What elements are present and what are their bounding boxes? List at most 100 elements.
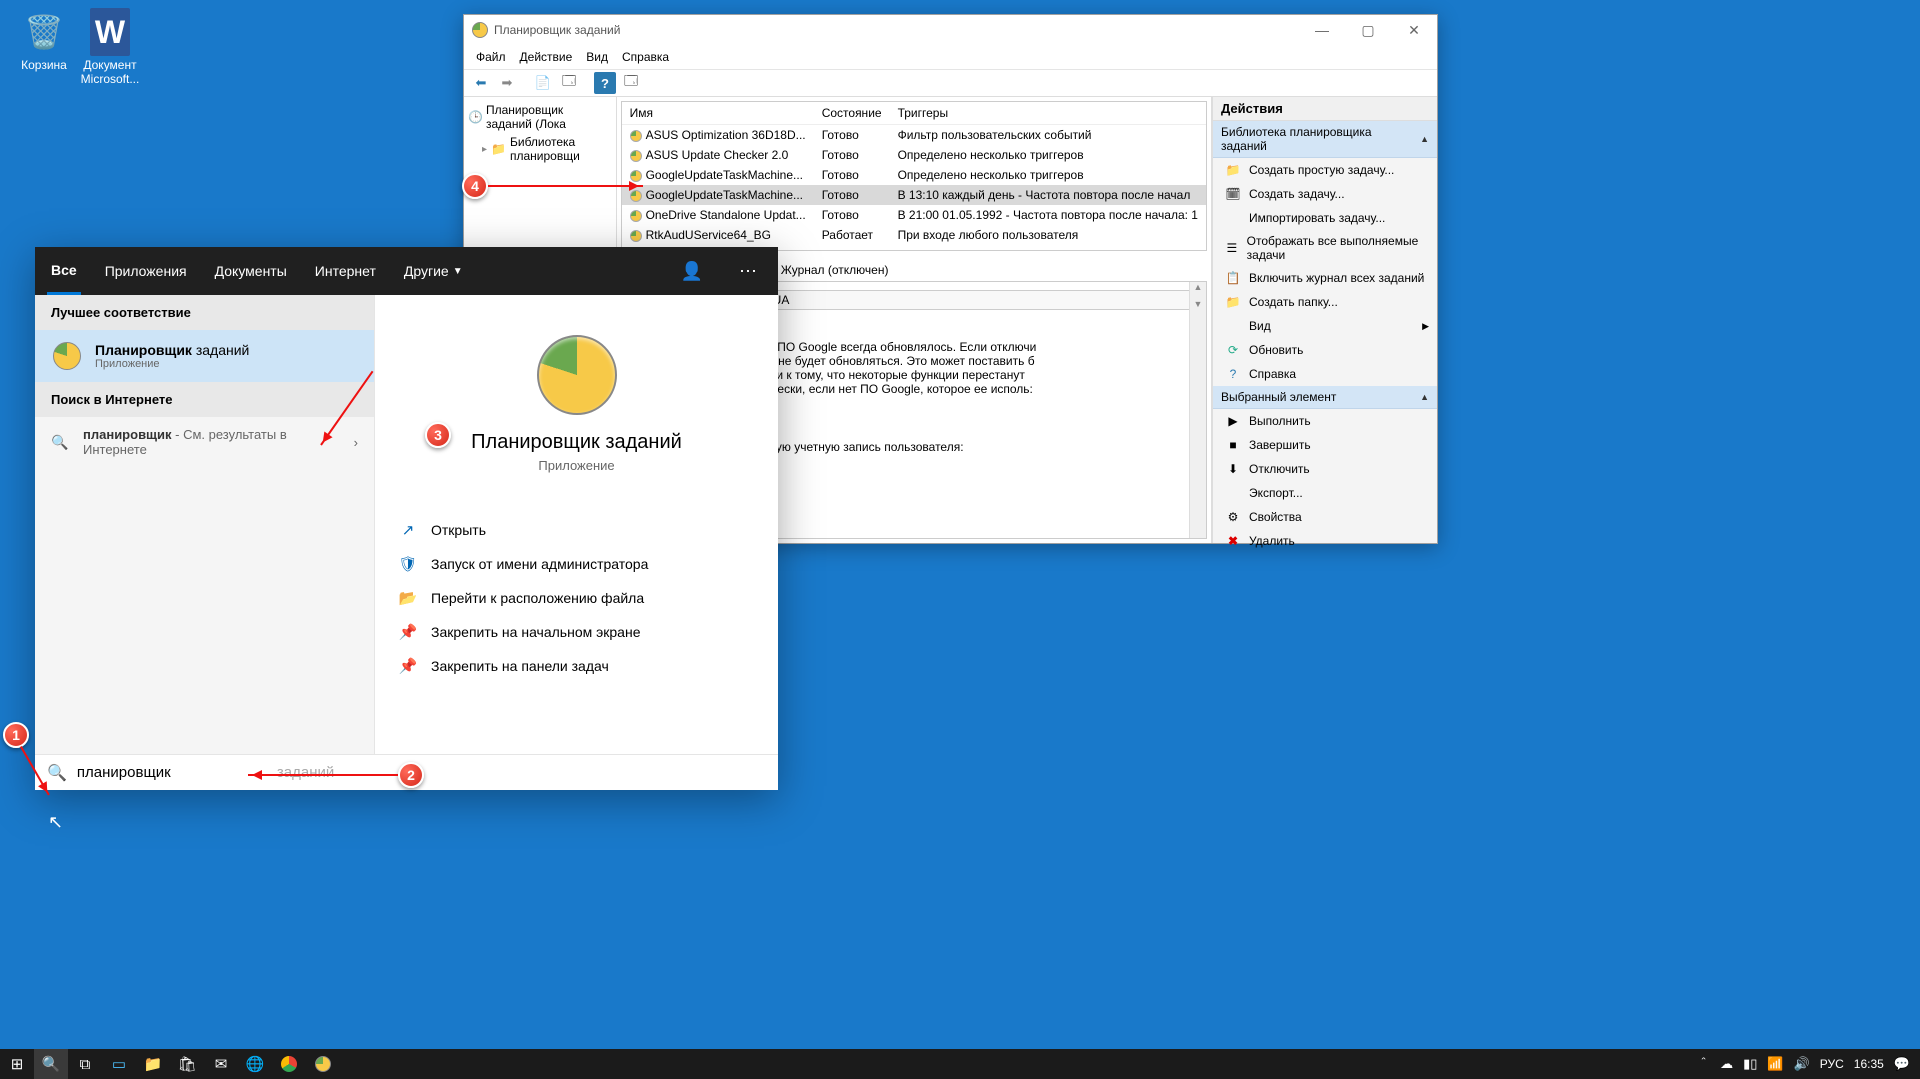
- chevron-right-icon: ›: [354, 435, 358, 450]
- annotation-2: 2: [248, 762, 424, 788]
- close-button[interactable]: ✕: [1391, 15, 1437, 45]
- action-pin-taskbar[interactable]: 📌Закрепить на панели задач: [395, 649, 758, 683]
- more-icon[interactable]: ⋯: [730, 261, 766, 282]
- taskbar-chrome[interactable]: [272, 1049, 306, 1079]
- task-row-selected[interactable]: GoogleUpdateTaskMachine...ГотовоВ 13:10 …: [622, 185, 1206, 205]
- search-tab-docs[interactable]: Документы: [211, 247, 291, 295]
- system-tray: ＾ ☁ ▮▯ 📶 🔊 РУС 16:35 💬: [1687, 1055, 1920, 1074]
- clock[interactable]: 16:35: [1854, 1057, 1884, 1071]
- taskbar-mail[interactable]: ✉: [204, 1049, 238, 1079]
- action-run[interactable]: ▶Выполнить: [1213, 409, 1437, 433]
- task-row[interactable]: RtkAudUService64_BGРаботаетПри входе люб…: [622, 225, 1206, 245]
- taskbar-edge[interactable]: 🌐: [238, 1049, 272, 1079]
- desktop-icon-word[interactable]: W Документ Microsoft...: [80, 8, 140, 86]
- actions-section-library[interactable]: Библиотека планировщика заданий▲: [1213, 121, 1437, 158]
- action-delete[interactable]: ✖Удалить: [1213, 529, 1437, 553]
- action-export[interactable]: Экспорт...: [1213, 481, 1437, 505]
- tree-library[interactable]: ▸ 📁 Библиотека планировщи: [468, 133, 612, 165]
- annotation-3-badge: 3: [425, 422, 451, 448]
- search-tab-more[interactable]: Другие ▼: [400, 247, 467, 295]
- taskbar-app[interactable]: ▭: [102, 1049, 136, 1079]
- action-properties[interactable]: ⚙Свойства: [1213, 505, 1437, 529]
- start-button[interactable]: ⊞: [0, 1049, 34, 1079]
- action-create-task[interactable]: 🗓Создать задачу...: [1213, 182, 1437, 206]
- menu-help[interactable]: Справка: [622, 50, 669, 64]
- stop-icon: ■: [1225, 437, 1241, 453]
- task-scheduler-icon: [472, 22, 488, 38]
- result-subtitle: Приложение: [95, 358, 249, 370]
- task-row[interactable]: GoogleUpdateTaskMachine...ГотовоОпределе…: [622, 165, 1206, 185]
- language-indicator[interactable]: РУС: [1820, 1057, 1844, 1071]
- best-match-label: Лучшее соответствие: [35, 295, 374, 330]
- help-icon: ?: [1225, 366, 1241, 382]
- shield-icon: 🛡: [399, 555, 417, 573]
- titlebar[interactable]: Планировщик заданий: [464, 15, 1437, 45]
- task-scheduler-icon: 🕒: [468, 110, 482, 124]
- actions-section-selected[interactable]: Выбранный элемент▲: [1213, 386, 1437, 409]
- taskbar-explorer[interactable]: 📁: [136, 1049, 170, 1079]
- expand-icon[interactable]: ▸: [482, 144, 487, 155]
- taskbar-store[interactable]: 🛍: [170, 1049, 204, 1079]
- task-scheduler-icon: [51, 340, 83, 372]
- action-end[interactable]: ■Завершить: [1213, 433, 1437, 457]
- task-row[interactable]: ASUS Update Checker 2.0ГотовоОпределено …: [622, 145, 1206, 165]
- action-center-icon[interactable]: 💬: [1894, 1056, 1910, 1072]
- task-row[interactable]: OneDrive Standalone Updat...ГотовоВ 21:0…: [622, 205, 1206, 225]
- action-refresh[interactable]: ⟳Обновить: [1213, 338, 1437, 362]
- word-icon: W: [86, 8, 134, 56]
- action-enable-history[interactable]: 📋Включить журнал всех заданий: [1213, 266, 1437, 290]
- annotation-3: [320, 355, 322, 445]
- desktop-icon-recycle[interactable]: 🗑️ Корзина: [14, 8, 74, 72]
- forward-icon[interactable]: ➡: [496, 72, 518, 94]
- search-tab-all[interactable]: Все: [47, 247, 81, 295]
- search-button[interactable]: 🔍: [34, 1049, 68, 1079]
- action-show-running[interactable]: ☰Отображать все выполняемые задачи: [1213, 230, 1437, 266]
- action-run-admin[interactable]: 🛡Запуск от имени администратора: [395, 547, 758, 581]
- task-view-button[interactable]: ⧉: [68, 1049, 102, 1079]
- toolbar-new-icon[interactable]: 📄: [532, 72, 554, 94]
- action-create-basic-task[interactable]: 📁Создать простую задачу...: [1213, 158, 1437, 182]
- tab-history[interactable]: Журнал (отключен): [771, 259, 899, 281]
- action-new-folder[interactable]: 📁Создать папку...: [1213, 290, 1437, 314]
- delete-icon: ✖: [1225, 533, 1241, 549]
- back-icon[interactable]: ⬅: [470, 72, 492, 94]
- folder-icon: 📁: [491, 142, 506, 156]
- battery-icon[interactable]: ▮▯: [1743, 1056, 1757, 1072]
- action-open[interactable]: ↗Открыть: [395, 513, 758, 547]
- search-result-planner[interactable]: Планировщик заданий Приложение: [35, 330, 374, 382]
- col-state[interactable]: Состояние: [814, 102, 890, 125]
- preview-subtitle: Приложение: [395, 458, 758, 473]
- action-pin-start[interactable]: 📌Закрепить на начальном экране: [395, 615, 758, 649]
- menu-view[interactable]: Вид: [586, 50, 608, 64]
- scrollbar[interactable]: ▲▼: [1189, 282, 1206, 538]
- minimize-button[interactable]: —: [1299, 15, 1345, 45]
- actions-header: Действия: [1213, 97, 1437, 121]
- search-tab-apps[interactable]: Приложения: [101, 247, 191, 295]
- journal-icon: 📋: [1225, 270, 1241, 286]
- chevron-up-icon: ▲: [1420, 392, 1429, 402]
- tray-chevron-icon[interactable]: ＾: [1697, 1055, 1710, 1074]
- maximize-button[interactable]: ▢: [1345, 15, 1391, 45]
- action-import-task[interactable]: Импортировать задачу...: [1213, 206, 1437, 230]
- toolbar-help-icon[interactable]: ?: [594, 72, 616, 94]
- taskbar-scheduler[interactable]: [306, 1049, 340, 1079]
- action-open-location[interactable]: 📂Перейти к расположению файла: [395, 581, 758, 615]
- action-view[interactable]: Вид▶: [1213, 314, 1437, 338]
- onedrive-icon[interactable]: ☁: [1720, 1056, 1733, 1072]
- search-tab-web[interactable]: Интернет: [311, 247, 380, 295]
- menu-action[interactable]: Действие: [520, 50, 573, 64]
- tree-root[interactable]: 🕒 Планировщик заданий (Лока: [468, 101, 612, 133]
- volume-icon[interactable]: 🔊: [1794, 1056, 1810, 1072]
- toolbar-show-icon[interactable]: 🗔: [558, 72, 580, 94]
- chevron-right-icon: ▶: [1422, 321, 1429, 332]
- action-disable[interactable]: ⬇Отключить: [1213, 457, 1437, 481]
- col-name[interactable]: Имя: [622, 102, 814, 125]
- actions-pane: Действия Библиотека планировщика заданий…: [1212, 97, 1437, 543]
- col-triggers[interactable]: Триггеры: [890, 102, 1206, 125]
- task-row[interactable]: ASUS Optimization 36D18D...ГотовоФильтр …: [622, 125, 1206, 146]
- feedback-icon[interactable]: 👤: [674, 261, 710, 282]
- action-help[interactable]: ?Справка: [1213, 362, 1437, 386]
- menu-file[interactable]: Файл: [476, 50, 506, 64]
- wifi-icon[interactable]: 📶: [1767, 1056, 1783, 1072]
- toolbar-props-icon[interactable]: 🗔: [620, 72, 642, 94]
